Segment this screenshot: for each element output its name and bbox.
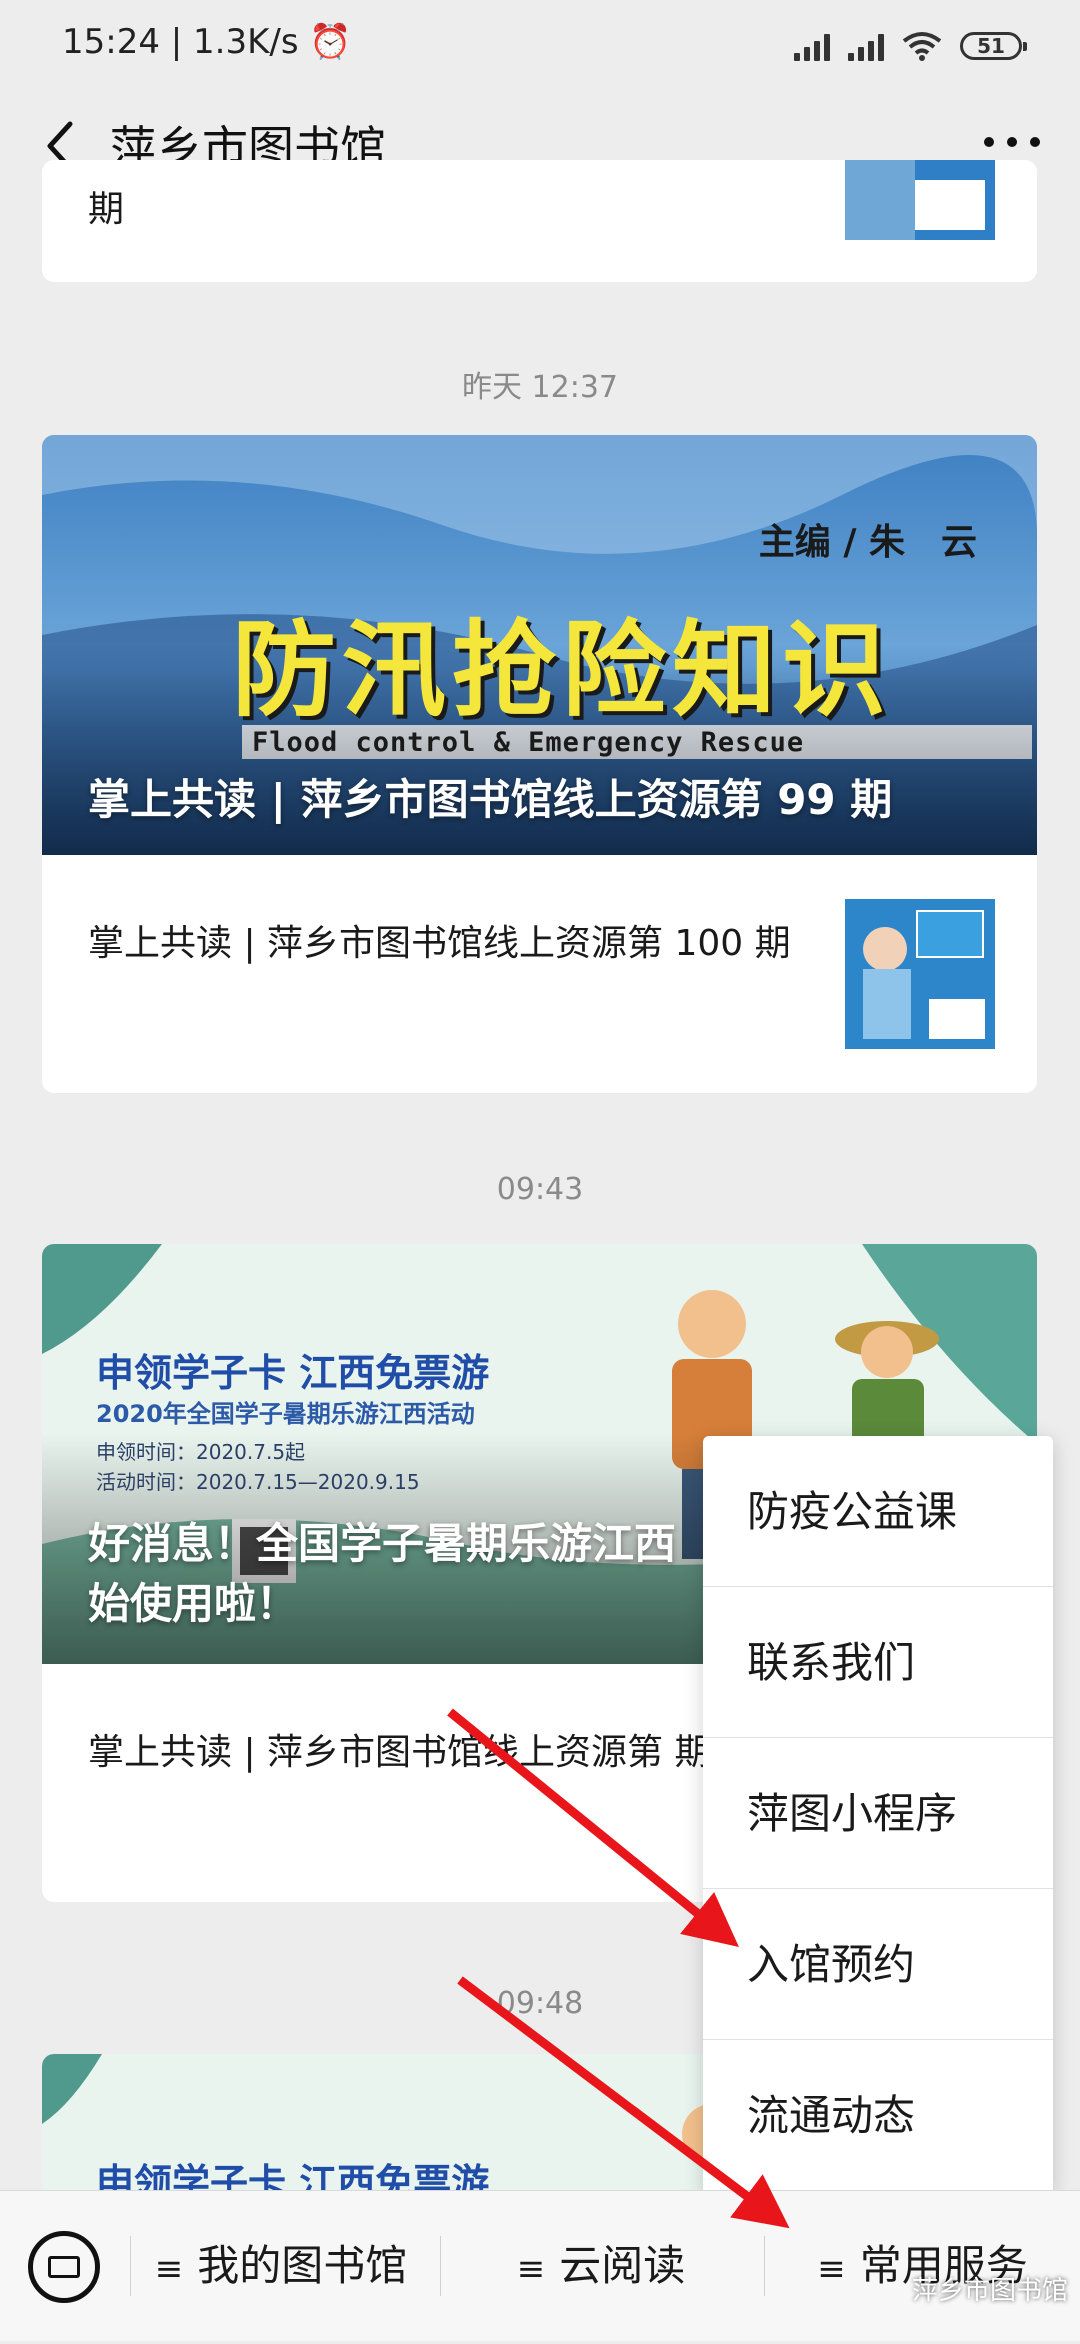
banner-headline: 防汛抢险知识 <box>232 609 893 731</box>
article-thumbnail <box>845 160 995 240</box>
article-card-partial[interactable]: 期 <box>42 160 1037 282</box>
banner-editor-text: 主编 / 朱 云 <box>758 522 977 563</box>
bottom-menu-bar: ≡ 我的图书馆 ≡ 云阅读 ≡ 常用服务 <box>0 2190 1080 2341</box>
bottom-tab-common-services[interactable]: ≡ 常用服务 <box>765 2191 1080 2341</box>
menu-item-epidemic-course[interactable]: 防疫公益课 <box>703 1436 1053 1587</box>
battery-icon: 51 <box>960 32 1027 60</box>
banner-english-text: Flood control & Emergency Rescue <box>252 727 805 758</box>
menu-lines-icon: ≡ <box>516 2249 546 2289</box>
bottom-tab-cloud-reading[interactable]: ≡ 云阅读 <box>441 2191 761 2341</box>
bottom-tab-my-library[interactable]: ≡ 我的图书馆 <box>131 2191 431 2341</box>
menu-lines-icon: ≡ <box>817 2249 846 2289</box>
status-time: 15:24 | 1.3K/s ⏰ <box>62 22 352 62</box>
status-bar: 15:24 | 1.3K/s ⏰ 51 <box>0 0 1080 90</box>
wifi-icon <box>902 32 942 61</box>
banner-line3: 申领时间：2020.7.5起 <box>96 1440 306 1464</box>
message-timestamp: 09:43 <box>496 1172 584 1207</box>
menu-item-contact-us[interactable]: 联系我们 <box>703 1587 1053 1738</box>
cellular-signal-icon <box>794 31 830 61</box>
article-card: 主编 / 朱 云 防汛抢险知识 Flood control & Emergenc… <box>42 435 1037 1093</box>
article-partial-text: 期 <box>88 189 125 230</box>
service-popup-menu: 防疫公益课 联系我们 萍图小程序 入馆预约 流通动态 <box>703 1436 1053 2194</box>
article-thumbnail[interactable] <box>845 899 995 1049</box>
menu-lines-icon: ≡ <box>154 2249 184 2289</box>
message-timestamp: 昨天 12:37 <box>462 370 618 405</box>
article-banner[interactable]: 主编 / 朱 云 防汛抢险知识 Flood control & Emergenc… <box>42 435 1037 855</box>
cellular-signal-icon-2 <box>848 31 884 61</box>
more-options-icon[interactable] <box>984 132 1040 152</box>
keyboard-toggle-icon[interactable] <box>28 2231 100 2303</box>
menu-item-mini-program[interactable]: 萍图小程序 <box>703 1738 1053 1889</box>
article-item-title[interactable]: 掌上共读 | 萍乡市图书馆线上资源第 100 期 <box>88 913 808 975</box>
banner-line1: 申领学子卡 江西免票游 <box>96 2161 490 2194</box>
banner-line1: 申领学子卡 江西免票游 <box>96 1351 490 1395</box>
article-banner-title: 掌上共读 | 萍乡市图书馆线上资源第 99 期 <box>88 775 893 824</box>
article-item-title[interactable]: 掌上共读 | 萍乡市图书馆线上资源第 期 <box>88 1722 808 1784</box>
banner-line4: 活动时间：2020.7.15—2020.9.15 <box>96 1470 420 1494</box>
banner-line2: 2020年全国学子暑期乐游江西活动 <box>96 1400 475 1428</box>
menu-item-circulation[interactable]: 流通动态 <box>703 2040 1053 2191</box>
article-banner-title: 好消息！全国学子暑期乐游江西 始使用啦！ <box>88 1519 677 1628</box>
menu-item-reservation[interactable]: 入馆预约 <box>703 1889 1053 2040</box>
account-watermark: 萍乡市图书馆 <box>911 2276 1068 2306</box>
